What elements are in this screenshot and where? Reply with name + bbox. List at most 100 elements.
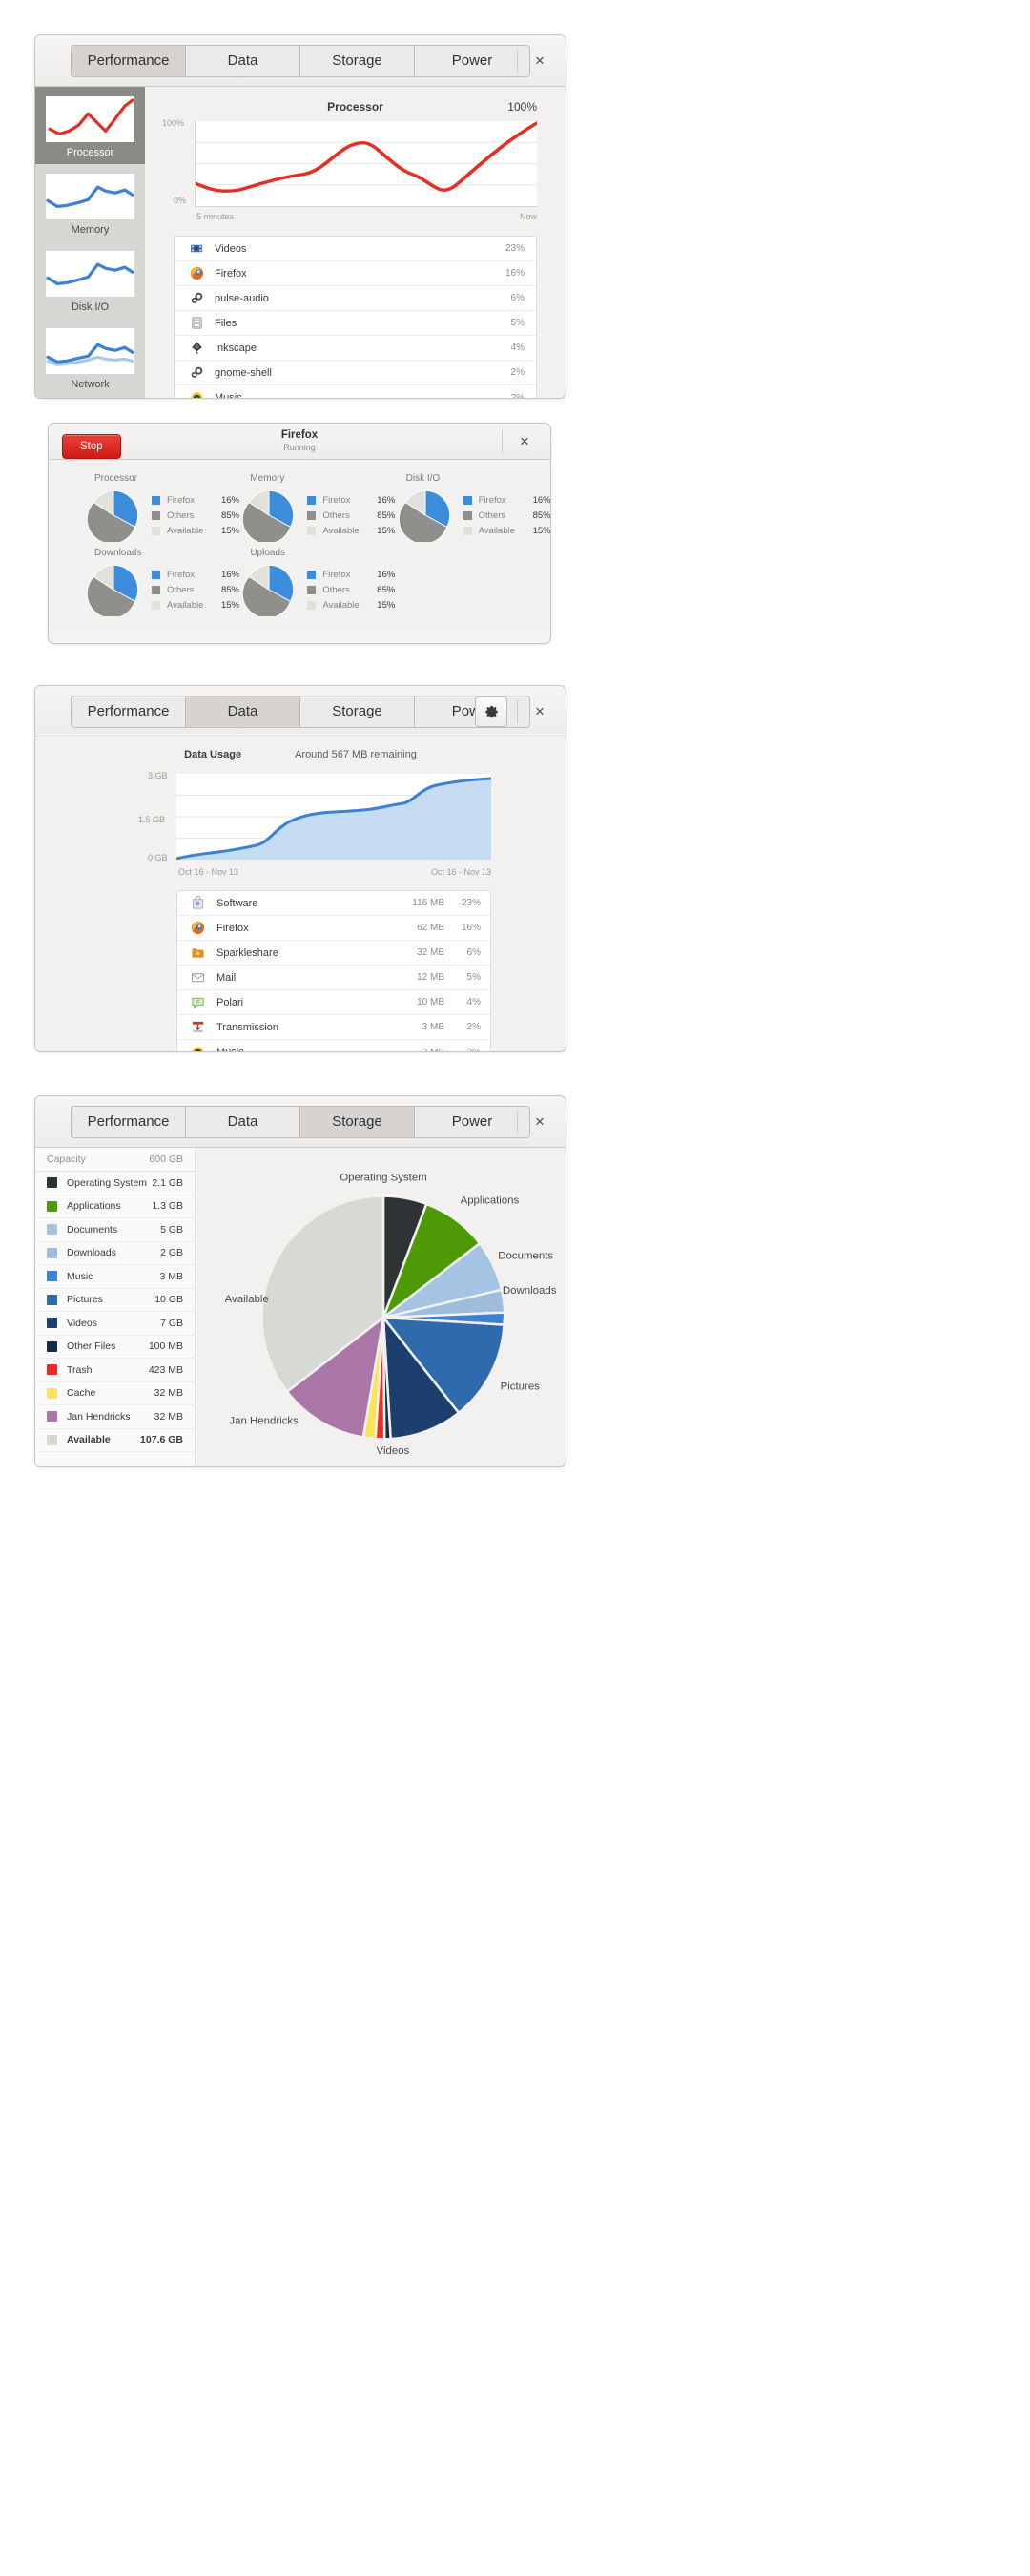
legend-label: Available [322, 525, 360, 536]
table-row[interactable]: # Polari 10 MB 4% [177, 990, 490, 1015]
table-row[interactable]: Videos 23% [175, 237, 536, 261]
tab-storage[interactable]: Storage [300, 1106, 415, 1137]
window-controls: × [502, 424, 537, 460]
tab-performance[interactable]: Performance [72, 45, 186, 76]
tab-bar[interactable]: Performance Data Storage Power [71, 695, 530, 728]
category-size: 2.1 GB [152, 1176, 183, 1189]
category-size: 5 GB [160, 1223, 183, 1236]
software-icon [187, 896, 208, 910]
app-size: 3 MB [422, 1022, 444, 1032]
list-item[interactable]: Music 3 MB [35, 1265, 195, 1289]
pie-label-pictures: Pictures [501, 1381, 541, 1393]
sidebar-item-network[interactable]: Network [35, 319, 145, 396]
app-size: 10 MB [417, 997, 444, 1008]
process-list[interactable]: Videos 23% Firefox 16% pulse-audio 6% Fi… [174, 236, 537, 399]
app-size: 12 MB [417, 972, 444, 983]
table-row[interactable]: Music 2% [175, 385, 536, 399]
legend-swatch [307, 570, 317, 579]
close-icon[interactable]: × [527, 49, 552, 73]
app-name: Firefox [216, 922, 249, 934]
list-item[interactable]: Applications 1.3 GB [35, 1195, 195, 1218]
close-icon[interactable]: × [527, 699, 552, 724]
list-item[interactable]: Documents 5 GB [35, 1218, 195, 1242]
table-row[interactable]: Transmission 3 MB 2% [177, 1015, 490, 1040]
list-item[interactable]: Pictures 10 GB [35, 1289, 195, 1312]
pie-label-available: Available [225, 1294, 269, 1305]
legend-label: Firefox [478, 494, 506, 506]
category-name: Trash [67, 1363, 93, 1376]
window-controls: × [517, 1096, 552, 1148]
process-name: Files [215, 317, 237, 329]
app-size: 32 MB [417, 947, 444, 958]
processor-pie-chart [87, 489, 139, 542]
color-swatch [47, 1340, 57, 1352]
sidebar-item-disk-io[interactable]: Disk I/O [35, 241, 145, 319]
list-item[interactable]: Jan Hendricks 32 MB [35, 1405, 195, 1429]
firefox-icon [187, 921, 208, 935]
table-row[interactable]: Music 3 MB 2% [177, 1040, 490, 1052]
color-swatch [47, 1294, 57, 1305]
tab-data[interactable]: Data [186, 45, 300, 76]
category-name: Downloads [67, 1247, 116, 1259]
data-usage-list[interactable]: Software 116 MB 23% Firefox 62 MB 16% Sp… [176, 890, 491, 1052]
mail-icon [187, 970, 208, 985]
divider [517, 700, 518, 723]
list-item[interactable]: Other Files 100 MB [35, 1336, 195, 1359]
table-row[interactable]: Inkscape 4% [175, 336, 536, 361]
list-item[interactable]: Operating System 2.1 GB [35, 1172, 195, 1195]
color-swatch [47, 1177, 57, 1189]
table-row[interactable]: Files 5% [175, 311, 536, 336]
sidebar-item-processor[interactable]: Processor [35, 87, 145, 165]
color-swatch [47, 1200, 57, 1212]
legend-value: 85% [532, 509, 551, 521]
category-name: Other Files [67, 1340, 116, 1353]
panel-memory: Memory Firefox 16% Others 85% Available 15% [221, 473, 395, 542]
list-item[interactable]: Available 107.6 GB [35, 1429, 195, 1452]
inkscape-icon [186, 341, 207, 355]
tab-bar[interactable]: Performance Data Storage Power [71, 44, 530, 77]
tab-storage[interactable]: Storage [300, 45, 415, 76]
close-icon[interactable]: × [512, 429, 537, 454]
tab-storage[interactable]: Storage [300, 696, 415, 727]
list-item[interactable]: Cache 32 MB [35, 1382, 195, 1405]
tab-data[interactable]: Data [186, 696, 300, 727]
tab-performance[interactable]: Performance [72, 696, 186, 727]
table-row[interactable]: Firefox 16% [175, 261, 536, 286]
titlebar: Performance Data Storage Power × [35, 35, 566, 87]
category-size: 7 GB [160, 1317, 183, 1329]
list-item[interactable]: Trash 423 MB [35, 1359, 195, 1382]
app-percent: 2% [466, 1022, 481, 1032]
table-row[interactable]: Software 116 MB 23% [177, 891, 490, 916]
category-size: 32 MB [154, 1410, 183, 1423]
table-row[interactable]: pulse-audio 6% [175, 286, 536, 311]
tab-power[interactable]: Power [415, 1106, 529, 1137]
list-item[interactable]: Videos 7 GB [35, 1312, 195, 1336]
tab-power[interactable]: Power [415, 45, 529, 76]
process-value: 23% [505, 243, 525, 254]
category-size: 3 MB [159, 1270, 183, 1282]
tab-performance[interactable]: Performance [72, 1106, 186, 1137]
pie-label-documents: Documents [498, 1250, 553, 1261]
stop-button[interactable]: Stop [62, 434, 121, 459]
resource-sidebar: Processor Memory Disk I/O Network [35, 87, 145, 398]
legend-label: Firefox [167, 494, 196, 506]
list-item[interactable]: Downloads 2 GB [35, 1242, 195, 1265]
table-row[interactable]: gnome-shell 2% [175, 361, 536, 385]
tab-bar[interactable]: Performance Data Storage Power [71, 1105, 530, 1138]
videos-icon [186, 241, 207, 256]
app-name: Music [216, 1047, 244, 1052]
legend-swatch [307, 585, 317, 594]
gear-icon[interactable] [475, 696, 507, 727]
legend-label: Available [478, 525, 516, 536]
table-row[interactable]: Mail 12 MB 5% [177, 966, 490, 990]
sidebar-item-label: Disk I/O [71, 301, 110, 314]
tab-data[interactable]: Data [186, 1106, 300, 1137]
cpu-sparkline-icon [46, 96, 134, 142]
sidebar-item-memory[interactable]: Memory [35, 164, 145, 241]
table-row[interactable]: Sparkleshare 32 MB 6% [177, 941, 490, 966]
cpu-y-bottom-label: 0% [174, 196, 187, 205]
close-icon[interactable]: × [527, 1110, 552, 1134]
table-row[interactable]: Firefox 62 MB 16% [177, 916, 490, 941]
category-name: Available [67, 1434, 111, 1446]
process-value: 2% [510, 392, 525, 399]
